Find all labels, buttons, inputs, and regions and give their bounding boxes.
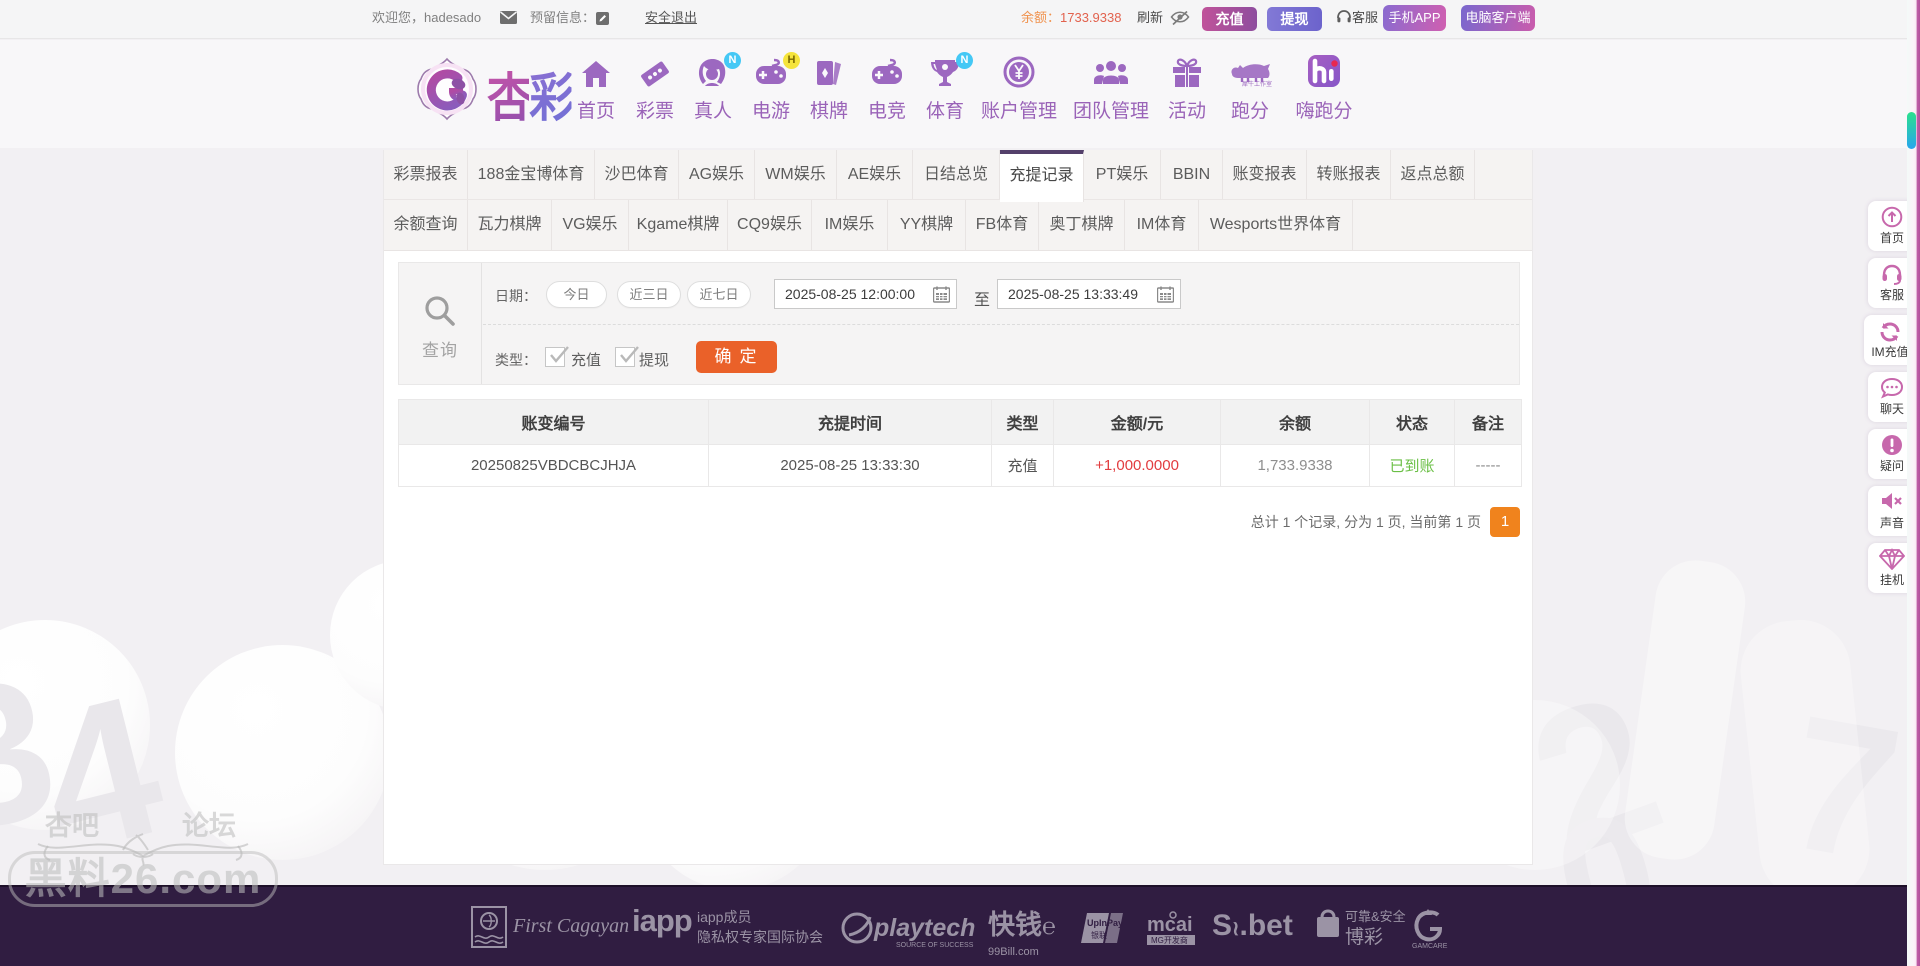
svg-text:mcai: mcai [1147, 914, 1193, 936]
svg-text:可靠&安全: 可靠&安全 [1345, 909, 1406, 924]
svg-text:银联: 银联 [1091, 930, 1107, 940]
svg-text:playtech: playtech [873, 914, 975, 942]
svg-text:犀牛工作室: 犀牛工作室 [1242, 80, 1272, 88]
svg-text:MG开发商: MG开发商 [1151, 935, 1188, 945]
svg-text:GAMCARE: GAMCARE [1412, 943, 1448, 949]
svg-text:SOURCE OF SUCCESS: SOURCE OF SUCCESS [896, 942, 974, 949]
svg-text:UpInPay: UpInPay [1087, 918, 1123, 928]
svg-text:博彩: 博彩 [1345, 926, 1383, 948]
